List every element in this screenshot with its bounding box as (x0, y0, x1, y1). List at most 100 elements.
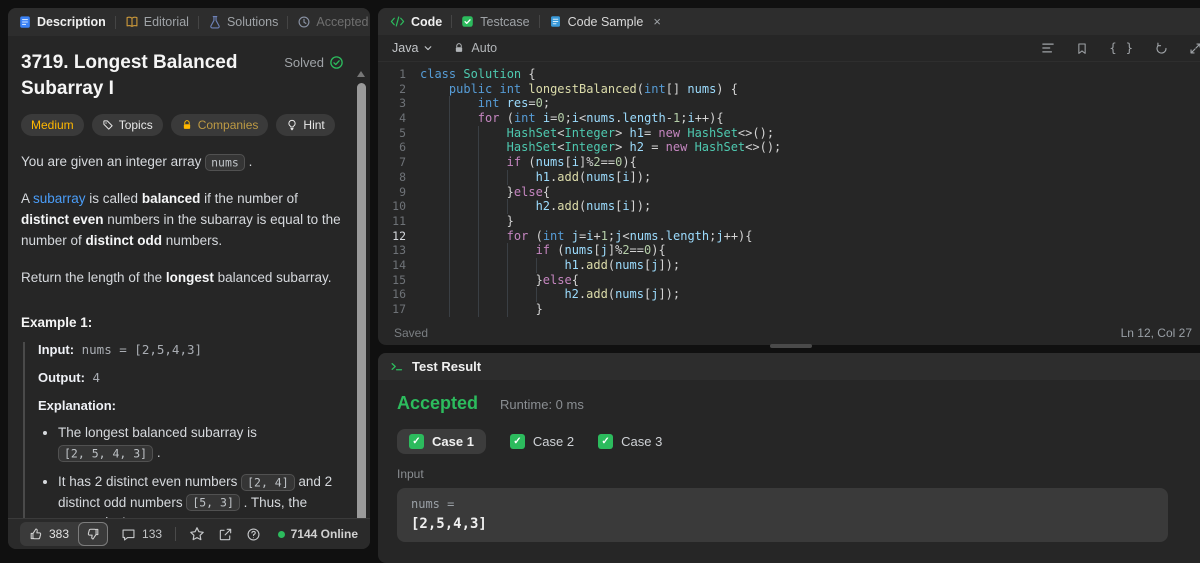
code-line[interactable]: 13 if (nums[j]%2==0){ (378, 243, 1200, 258)
like-count: 383 (49, 527, 70, 541)
help-button[interactable] (246, 527, 261, 542)
code-line[interactable]: 14 h1.add(nums[j]); (378, 258, 1200, 273)
code-line[interactable]: 12 for (int j=i+1;j<nums.length;j++){ (378, 229, 1200, 244)
example1-block: Input: nums = [2,5,4,3] Output: 4 Explan… (23, 341, 344, 518)
expand-editor-icon[interactable] (1189, 42, 1200, 55)
code-editor[interactable]: 1 class Solution {2 public int longestBal… (378, 62, 1200, 321)
indent-guide (478, 170, 507, 185)
line-number: 8 (399, 169, 406, 184)
description-icon (18, 15, 32, 29)
indent-guide (420, 287, 449, 302)
comments-button[interactable]: 133 (121, 527, 162, 542)
panel-resize-handle[interactable] (770, 344, 812, 348)
code-line[interactable]: 4 for (int i=0;i<nums.length-1;i++){ (378, 111, 1200, 126)
test-result-header[interactable]: Test Result (378, 353, 1200, 380)
code-tabbar: Code Testcase Code Sample × (378, 8, 1200, 35)
indent-guide (449, 170, 478, 185)
indent-guide (449, 214, 478, 229)
code-line[interactable]: 9 }else{ (378, 185, 1200, 200)
comment-count: 133 (142, 527, 163, 541)
tab-testcase[interactable]: Testcase (461, 15, 530, 29)
indent-guide (420, 229, 449, 244)
reset-code-icon[interactable] (1155, 42, 1168, 55)
code-line[interactable]: 11 } (378, 214, 1200, 229)
indent-guide (507, 287, 536, 302)
code-line[interactable]: 8 h1.add(nums[i]); (378, 170, 1200, 185)
companies-badge[interactable]: Companies (170, 114, 269, 137)
line-number: 5 (399, 125, 406, 140)
code-line[interactable]: 17 } (378, 302, 1200, 317)
code-line[interactable]: 16 h2.add(nums[j]); (378, 287, 1200, 302)
comment-icon (121, 527, 136, 542)
solved-status: Solved (284, 55, 344, 70)
hint-badge[interactable]: Hint (276, 114, 335, 137)
scroll-up-arrow-icon[interactable] (357, 71, 365, 77)
code-line[interactable]: 5 HashSet<Integer> h1= new HashSet<>(); (378, 126, 1200, 141)
code-line[interactable]: 2 public int longestBalanced(int[] nums)… (378, 82, 1200, 97)
indent-guide (449, 229, 478, 244)
code-line[interactable]: 7 if (nums[i]%2==0){ (378, 155, 1200, 170)
case-label: Case 3 (621, 434, 663, 449)
indent-guide (420, 243, 449, 258)
tab-code[interactable]: Code (390, 15, 442, 29)
indent-guide (420, 96, 449, 111)
tab-description[interactable]: Description (18, 15, 106, 29)
code-line[interactable]: 10 h2.add(nums[i]); (378, 199, 1200, 214)
language-select[interactable]: Java (392, 41, 433, 55)
braces-icon[interactable]: { } (1109, 41, 1134, 55)
auto-toggle[interactable]: Auto (453, 41, 497, 55)
test-result-panel: Test Result Accepted Runtime: 0 ms ✓ Case… (378, 353, 1200, 563)
tab-accepted[interactable]: Accepted (297, 15, 369, 29)
case-tab-1[interactable]: ✓ Case 1 (397, 429, 486, 454)
indent-guide (507, 170, 536, 185)
line-number: 3 (399, 96, 406, 111)
like-button[interactable]: 383 (20, 527, 78, 541)
tab-label: Accepted (316, 15, 369, 29)
auto-label: Auto (471, 41, 498, 55)
indent-guide (420, 214, 449, 229)
footer-divider (175, 527, 177, 541)
indent-guide (478, 287, 507, 302)
close-icon[interactable]: × (653, 14, 661, 29)
problem-panel: Description Editorial Solutions Accepted (8, 8, 370, 549)
problem-title: 3719. Longest Balanced Subarray I (21, 52, 238, 99)
line-number: 12 (392, 228, 406, 243)
code-line[interactable]: 15 }else{ (378, 273, 1200, 288)
editor-statusbar: Saved Ln 12, Col 27 (378, 321, 1200, 345)
favorite-button[interactable] (189, 526, 205, 542)
topics-badge[interactable]: Topics (91, 114, 163, 137)
tab-divider (287, 15, 289, 29)
testcase-input-box[interactable]: nums = [2,5,4,3] (397, 488, 1168, 542)
code-brackets-icon (390, 15, 405, 28)
line-number: 15 (392, 272, 406, 287)
badge-label: Hint (303, 118, 325, 133)
bookmark-icon[interactable] (1076, 42, 1088, 55)
case-tab-2[interactable]: ✓ Case 2 (509, 434, 574, 449)
code-line[interactable]: 6 HashSet<Integer> h2 = new HashSet<>(); (378, 140, 1200, 155)
indent-guide (449, 243, 478, 258)
dislike-button[interactable] (78, 522, 109, 546)
indent-guide (420, 258, 449, 273)
share-button[interactable] (218, 527, 233, 542)
difficulty-badge[interactable]: Medium (21, 114, 84, 137)
example-input-line: Input: nums = [2,5,4,3] (38, 342, 344, 357)
indent-guide (478, 199, 507, 214)
case-tab-3[interactable]: ✓ Case 3 (598, 434, 662, 449)
code-line[interactable]: 3 int res=0; (378, 96, 1200, 111)
left-scrollbar-thumb[interactable] (357, 83, 366, 518)
format-code-icon[interactable] (1041, 42, 1055, 54)
problem-paragraphs: You are given an integer array nums . A s… (17, 152, 344, 289)
badge-label: Companies (197, 118, 259, 133)
indent-guide (420, 82, 449, 97)
tab-editorial[interactable]: Editorial (125, 15, 189, 29)
share-icon (218, 527, 233, 542)
lock-icon (181, 119, 193, 131)
vote-group: 383 (20, 522, 109, 546)
saved-status: Saved (394, 326, 429, 340)
code-line[interactable]: 1 class Solution { (378, 67, 1200, 82)
indent-guide (507, 258, 536, 273)
language-label: Java (392, 41, 419, 55)
tab-code-sample[interactable]: Code Sample × (549, 14, 661, 29)
tab-solutions[interactable]: Solutions (208, 15, 278, 29)
code-panel: Code Testcase Code Sample × Java Auto {… (378, 8, 1200, 345)
